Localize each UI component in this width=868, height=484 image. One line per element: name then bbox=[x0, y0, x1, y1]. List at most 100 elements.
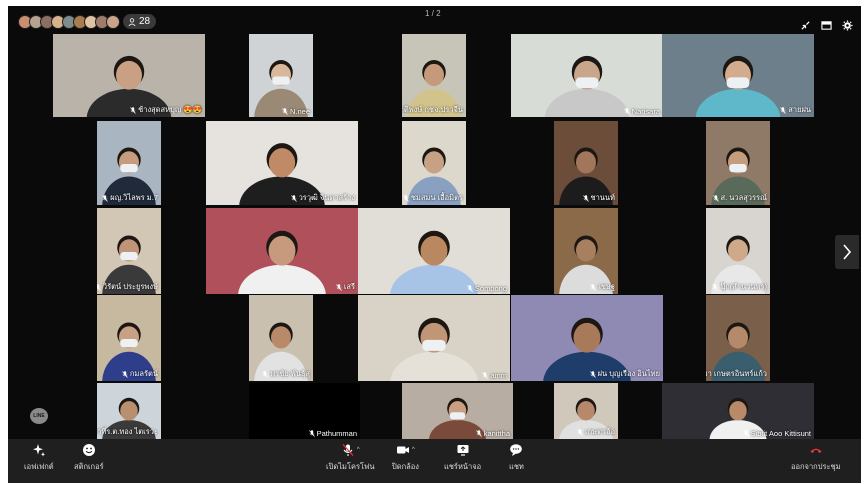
participant-name-label: Sibtit Aoo Kittisunt bbox=[742, 429, 811, 438]
bottom-toolbar: เอฟเฟกต์ สติกเกอร์ ^ เปิดไมโครโฟน ^ ปิดก… bbox=[8, 439, 861, 483]
participant-name: วิรัตน์ ประยูรพงษ์ bbox=[102, 282, 158, 291]
sparkle-icon bbox=[32, 444, 45, 457]
smiley-icon bbox=[82, 444, 95, 456]
microphone-muted-icon bbox=[290, 194, 297, 202]
participant-name: N.nee bbox=[289, 107, 310, 116]
participant-name: เกษตรอ้อ bbox=[585, 427, 615, 436]
microphone-muted-icon bbox=[130, 106, 136, 114]
effects-label: เอฟเฟกต์ bbox=[24, 462, 54, 471]
microphone-muted-icon bbox=[403, 194, 409, 202]
participant-name-label: ชมสมน เอื้อมิตร bbox=[403, 192, 463, 204]
participant-name: ผญ.วิไลพร ม.7 bbox=[110, 193, 158, 202]
microphone-muted-icon bbox=[590, 283, 597, 291]
participant-video-tile[interactable]: วิรัตน์ ประยูรพงษ์ bbox=[97, 208, 161, 294]
effects-button[interactable]: เอฟเฟกต์ bbox=[24, 443, 54, 473]
participant-name-label: เสรี bbox=[336, 281, 355, 293]
participant-video-tile[interactable]: Sibtit Aoo Kittisunt bbox=[662, 383, 814, 439]
participant-video-tile[interactable]: ส. นวลสุวรรณ์ bbox=[706, 121, 770, 205]
participant-video-tile[interactable]: kanittha bbox=[402, 383, 513, 439]
video-camera-icon bbox=[397, 446, 410, 454]
participant-video-tile[interactable]: Narisara bbox=[511, 34, 663, 117]
participant-video-feed bbox=[390, 317, 478, 381]
participant-video-tile[interactable]: ช้างสุดสหบุญ 😍😍 bbox=[53, 34, 205, 117]
participant-video-tile[interactable]: บุญมา เกษตรอินทร์แก้ว bbox=[706, 295, 770, 381]
participant-name: เสรี bbox=[343, 282, 355, 291]
participant-name-label: ชานนท์ bbox=[582, 192, 616, 204]
chat-label: แชท bbox=[509, 462, 524, 471]
microphone-muted-icon bbox=[336, 283, 342, 291]
participant-name-label: เชษฐ bbox=[590, 281, 615, 293]
participant-name: ปุ๊ก(สำนวนพร) bbox=[720, 282, 767, 291]
microphone-button[interactable]: ^ เปิดไมโครโฟน bbox=[326, 443, 374, 473]
microphone-muted-icon bbox=[282, 108, 288, 115]
participant-name: ช้างสุดสหบุญ 😍😍 bbox=[138, 105, 202, 114]
microphone-muted-icon bbox=[623, 108, 630, 115]
participant-video-tile[interactable]: เกษตรอ้อ bbox=[554, 383, 618, 439]
share-screen-label: แชร์หน้าจอ bbox=[444, 462, 482, 471]
participant-avatars[interactable]: 28 bbox=[18, 14, 157, 29]
participant-name-label: กิตติพงษ์ กชจ.ปราจีน bbox=[402, 104, 463, 116]
participant-video-feed bbox=[544, 55, 630, 117]
participant-name: พรชัย พันธุ์สุ bbox=[270, 369, 310, 378]
participant-name: กมลรัตน์ bbox=[129, 369, 158, 378]
microphone-muted-icon bbox=[262, 370, 268, 378]
participant-video-tile[interactable]: Pathumman bbox=[249, 383, 360, 439]
participant-name: ส. นวลสุวรรณ์ bbox=[720, 193, 767, 202]
stickers-button[interactable]: สติกเกอร์ bbox=[74, 443, 104, 473]
participant-name: บุญมา เกษตรอินทร์แก้ว bbox=[706, 369, 767, 378]
participant-name: ชานนท์ bbox=[590, 193, 616, 202]
participant-video-tile[interactable]: วรวุฒิ จินดาสร้าง bbox=[206, 121, 358, 205]
participant-count-badge[interactable]: 28 bbox=[123, 14, 157, 29]
microphone-muted-icon bbox=[467, 285, 473, 292]
participant-name-label: พรชัย พันธุ์สุ bbox=[262, 368, 310, 380]
chevron-up-icon[interactable]: ^ bbox=[412, 447, 415, 453]
microphone-muted-icon bbox=[475, 430, 482, 437]
chevron-right-icon bbox=[843, 244, 852, 260]
settings-gear-icon[interactable] bbox=[842, 18, 853, 31]
participant-name-label: ผญ.วิไลพร ม.7 bbox=[102, 192, 158, 204]
camera-button[interactable]: ^ ปิดกล้อง bbox=[392, 443, 419, 473]
participant-video-tile[interactable]: เชษฐ bbox=[554, 208, 618, 294]
share-screen-icon bbox=[457, 445, 469, 456]
camera-label: ปิดกล้อง bbox=[392, 462, 419, 471]
participant-video-tile[interactable]: ปุ๊ก(สำนวนพร) bbox=[706, 208, 770, 294]
participant-count: 28 bbox=[139, 16, 151, 27]
microphone-muted-icon bbox=[122, 370, 128, 378]
participant-video-tile[interactable]: กมลรัตน์ bbox=[97, 295, 161, 381]
participant-video-tile[interactable]: พรชัย พันธุ์สุ bbox=[249, 295, 313, 381]
participant-video-tile[interactable]: Sompong bbox=[358, 208, 510, 294]
participant-name-label: Narisara bbox=[623, 107, 660, 116]
microphone-muted-icon bbox=[712, 194, 719, 202]
participant-video-tile[interactable]: ผญ.วิไลพร ม.7 bbox=[97, 121, 161, 205]
minimize-icon[interactable] bbox=[800, 18, 811, 30]
participant-name-label: N.nee bbox=[282, 107, 310, 116]
participant-video-tile[interactable]: ชมสมน เอื้อมิตร bbox=[402, 121, 466, 205]
chat-button[interactable]: แชท bbox=[509, 443, 524, 473]
participant-name-label: วรวุฒิ จินดาสร้าง bbox=[290, 192, 355, 204]
chevron-up-icon[interactable]: ^ bbox=[357, 447, 360, 453]
participant-video-tile[interactable]: สายฝน bbox=[662, 34, 814, 117]
participant-video-tile[interactable]: ว่าที่ร.ต.ทอง ไตเรวะ bbox=[97, 383, 161, 439]
microphone-muted-icon bbox=[482, 372, 489, 379]
participant-video-tile[interactable]: กิตติพงษ์ กชจ.ปราจีน bbox=[402, 34, 466, 117]
share-screen-button[interactable]: แชร์หน้าจอ bbox=[444, 443, 481, 473]
microphone-muted-icon bbox=[589, 370, 596, 378]
microphone-muted-icon bbox=[712, 283, 719, 291]
participant-video-tile[interactable]: ฝน บุญเรือง อินไทย bbox=[511, 295, 663, 381]
participant-name-label: ปุ๊ก(สำนวนพร) bbox=[712, 281, 767, 293]
participant-name-label: Sompong bbox=[467, 284, 507, 293]
participant-video-tile[interactable]: amm bbox=[358, 295, 510, 381]
participant-name: Narisara bbox=[631, 107, 660, 116]
participant-video-tile[interactable]: N.nee bbox=[249, 34, 313, 117]
participant-name: ฝน บุญเรือง อินไทย bbox=[597, 369, 660, 378]
microphone-muted-icon bbox=[342, 444, 354, 456]
participant-name: วรวุฒิ จินดาสร้าง bbox=[298, 193, 355, 202]
layout-icon[interactable] bbox=[821, 18, 832, 30]
leave-meeting-button[interactable]: ออกจากประชุม bbox=[791, 443, 841, 473]
participant-video-tile[interactable]: เสรี bbox=[206, 208, 358, 294]
participant-video-tile[interactable]: ชานนท์ bbox=[554, 121, 618, 205]
microphone-label: เปิดไมโครโฟน bbox=[326, 462, 375, 471]
next-page-button[interactable] bbox=[835, 235, 859, 269]
participant-name-label: บุญมา เกษตรอินทร์แก้ว bbox=[706, 368, 767, 380]
microphone-muted-icon bbox=[780, 106, 787, 114]
